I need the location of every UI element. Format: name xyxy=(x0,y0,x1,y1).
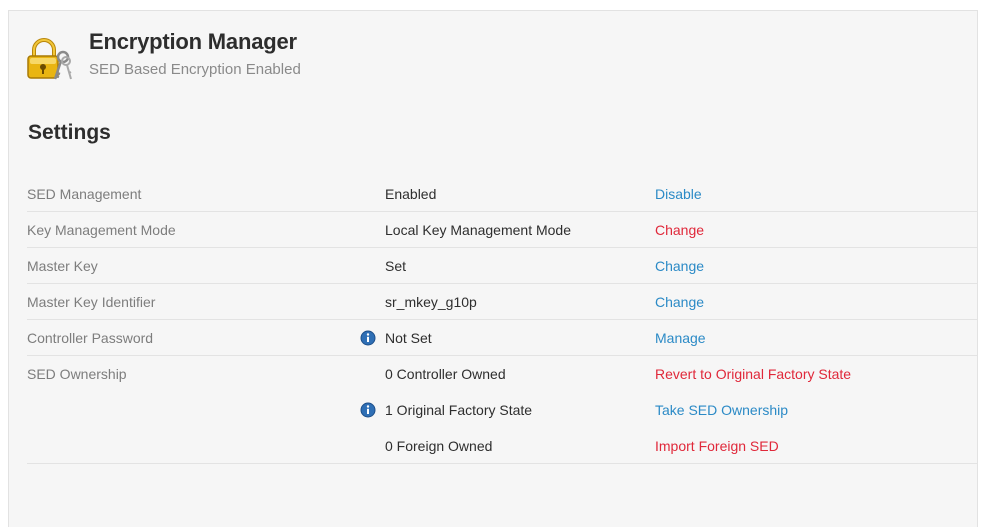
settings-row-master-key: Master Key Set Change xyxy=(27,248,977,284)
settings-row-sed-management: SED Management Enabled Disable xyxy=(27,176,977,212)
info-icon[interactable] xyxy=(360,330,376,346)
page-subtitle: SED Based Encryption Enabled xyxy=(89,61,301,78)
settings-heading: Settings xyxy=(28,121,111,144)
info-icon[interactable] xyxy=(360,402,376,418)
row-value: Local Key Management Mode xyxy=(385,222,571,238)
settings-row-sed-ownership-foreign: 0 Foreign Owned Import Foreign SED xyxy=(27,428,977,464)
settings-row-master-key-identifier: Master Key Identifier sr_mkey_g10p Chang… xyxy=(27,284,977,320)
row-value: Not Set xyxy=(385,330,432,346)
row-label: Controller Password xyxy=(27,330,154,346)
disable-sed-management-link[interactable]: Disable xyxy=(655,186,702,202)
settings-row-sed-ownership-factory: 1 Original Factory State Take SED Owners… xyxy=(27,392,977,428)
settings-row-sed-ownership: SED Ownership 0 Controller Owned Revert … xyxy=(27,356,977,392)
row-label: SED Ownership xyxy=(27,366,127,382)
row-value: Enabled xyxy=(385,186,437,202)
change-key-management-mode-link[interactable]: Change xyxy=(655,222,704,238)
row-value: 1 Original Factory State xyxy=(385,402,533,418)
encryption-manager-panel: Encryption Manager SED Based Encryption … xyxy=(8,10,978,527)
row-label: SED Management xyxy=(27,186,142,202)
change-master-key-link[interactable]: Change xyxy=(655,258,704,274)
change-master-key-identifier-link[interactable]: Change xyxy=(655,294,704,310)
import-foreign-sed-link[interactable]: Import Foreign SED xyxy=(655,438,779,454)
take-sed-ownership-link[interactable]: Take SED Ownership xyxy=(655,402,788,418)
manage-controller-password-link[interactable]: Manage xyxy=(655,330,706,346)
row-value: 0 Foreign Owned xyxy=(385,438,493,454)
lock-keys-icon xyxy=(25,37,73,81)
page-title: Encryption Manager xyxy=(89,29,297,54)
row-label: Master Key Identifier xyxy=(27,294,156,310)
row-value: sr_mkey_g10p xyxy=(385,294,477,310)
settings-table: SED Management Enabled Disable Key Manag… xyxy=(27,176,977,464)
row-label: Key Management Mode xyxy=(27,222,176,238)
settings-row-key-management-mode: Key Management Mode Local Key Management… xyxy=(27,212,977,248)
row-label: Master Key xyxy=(27,258,98,274)
row-value: 0 Controller Owned xyxy=(385,366,506,382)
row-value: Set xyxy=(385,258,407,274)
revert-to-factory-state-link[interactable]: Revert to Original Factory State xyxy=(655,366,851,382)
settings-row-controller-password: Controller Password Not Set Manage xyxy=(27,320,977,356)
